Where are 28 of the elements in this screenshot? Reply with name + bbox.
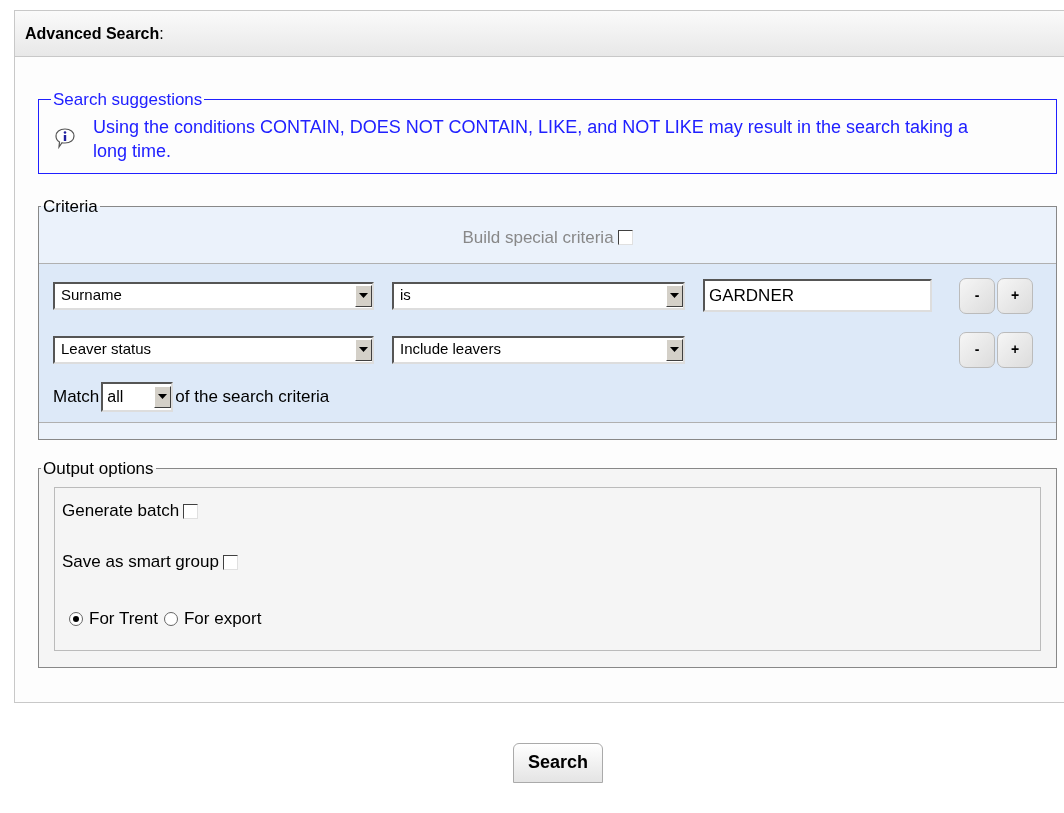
panel-title: Advanced Search: <box>25 23 164 44</box>
dropdown-select[interactable]: Leaver status <box>53 335 374 364</box>
dropdown-select[interactable]: is <box>392 281 685 310</box>
match-select[interactable]: all <box>101 381 174 412</box>
match-label: Match <box>53 385 100 408</box>
search-button[interactable]: Search <box>512 742 603 783</box>
info-icon <box>53 126 77 149</box>
radio-label: For Trent <box>89 608 158 630</box>
output-legend: Output options <box>41 455 156 481</box>
dropdown-select[interactable]: Surname <box>53 281 374 310</box>
suggestions-legend: Search suggestions <box>51 87 205 113</box>
suggestion-message: Using the conditions CONTAIN, DOES NOT CONTAIN, LIKE, and NOT LIKE may result in the search taking a long time. <box>93 115 969 163</box>
checkbox[interactable] <box>183 503 199 519</box>
radio-button[interactable] <box>69 611 83 626</box>
checkbox-label: Save as smart group <box>62 551 219 574</box>
row-button[interactable]: + <box>997 277 1033 314</box>
value-input[interactable]: GARDNER <box>703 279 932 312</box>
radio-button[interactable] <box>163 611 178 626</box>
checkbox-label: Generate batch <box>62 500 180 523</box>
criteria-legend: Criteria <box>41 193 100 219</box>
row-button[interactable]: - <box>959 277 995 314</box>
dropdown-select[interactable]: Include leavers <box>392 335 685 364</box>
row-button[interactable]: + <box>997 331 1033 368</box>
match-suffix: of the search criteria <box>175 385 330 408</box>
radio-label: For export <box>183 608 262 630</box>
checkbox[interactable] <box>222 554 238 570</box>
row-button[interactable]: - <box>959 331 995 368</box>
special-criteria-label: Build special criteria <box>462 227 614 249</box>
